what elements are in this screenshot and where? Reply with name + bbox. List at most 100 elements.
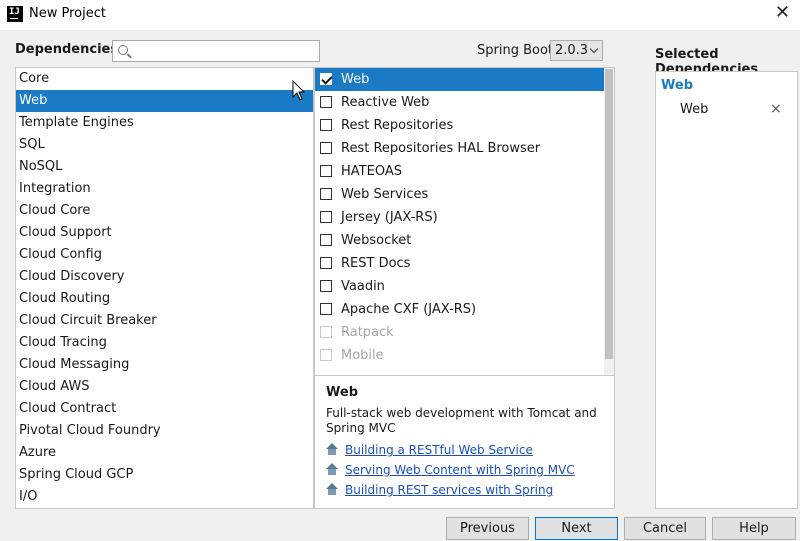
category-item[interactable]: Cloud Circuit Breaker (16, 310, 313, 332)
dependency-checkbox[interactable] (320, 73, 332, 85)
cancel-button[interactable]: Cancel (624, 517, 706, 540)
dependencies-label: Dependencies (15, 42, 119, 57)
dependency-checkbox[interactable] (320, 165, 332, 177)
dependency-label: Rest Repositories (341, 118, 454, 133)
category-item[interactable]: Cloud Core (16, 200, 313, 222)
spring-boot-label: Spring Boot (477, 43, 554, 58)
dependency-item: Ratpack (315, 321, 604, 344)
dependency-label: REST Docs (341, 256, 411, 271)
previous-button-label: Previous (460, 521, 515, 536)
info-description: Full-stack web development with Tomcat a… (326, 406, 597, 435)
dependency-item[interactable]: Rest Repositories HAL Browser (315, 137, 604, 160)
chevron-down-icon (589, 44, 599, 54)
dependency-checkbox[interactable] (320, 211, 332, 223)
title-bar: IJ New Project ✕ (0, 0, 800, 30)
intellij-icon: IJ (7, 6, 23, 22)
dependency-checkbox[interactable] (320, 96, 332, 108)
dependency-item[interactable]: Websocket (315, 229, 604, 252)
info-link-item[interactable]: Building a RESTful Web Service (326, 441, 533, 459)
dependency-list[interactable]: Web Reactive Web Rest Repositories Rest Rep… (314, 67, 615, 376)
dependency-label: Ratpack (341, 325, 394, 340)
category-list[interactable]: Core Web Template Engines SQL NoSQL Integrati… (15, 67, 314, 509)
guide-home-icon (326, 483, 338, 495)
cancel-button-label: Cancel (642, 521, 688, 536)
dependency-label: Websocket (341, 233, 412, 248)
category-item[interactable]: Cloud Discovery (16, 266, 313, 288)
info-title: Web (326, 385, 358, 400)
dependency-list-scrollbar[interactable] (604, 68, 614, 375)
search-field[interactable] (112, 40, 320, 62)
dependency-checkbox[interactable] (320, 234, 332, 246)
dependency-item[interactable]: Web Services (315, 183, 604, 206)
dependency-label: Apache CXF (JAX-RS) (341, 302, 477, 317)
dependency-label: Mobile (341, 348, 384, 363)
previous-button[interactable]: Previous (446, 517, 529, 540)
dependency-checkbox[interactable] (320, 188, 332, 200)
category-item[interactable]: Template Engines (16, 112, 313, 134)
dependency-checkbox[interactable] (320, 303, 332, 315)
dependency-label: Vaadin (341, 279, 385, 294)
category-item[interactable]: Cloud Routing (16, 288, 313, 310)
dependency-item[interactable]: Apache CXF (JAX-RS) (315, 298, 604, 321)
category-item[interactable]: Azure (16, 442, 313, 464)
mouse-cursor-icon (292, 80, 306, 101)
dependency-item[interactable]: Vaadin (315, 275, 604, 298)
dependency-label: Rest Repositories HAL Browser (341, 141, 541, 156)
guide-link[interactable]: Building REST services with Spring (345, 483, 553, 497)
category-item[interactable]: Integration (16, 178, 313, 200)
next-button-label: Next (561, 521, 592, 536)
selected-item-label: Web (680, 102, 709, 117)
category-item[interactable]: Pivotal Cloud Foundry (16, 420, 313, 442)
search-icon (118, 45, 128, 55)
scrollbar-thumb[interactable] (605, 69, 613, 359)
dependency-checkbox[interactable] (320, 119, 332, 131)
category-item[interactable]: Cloud Contract (16, 398, 313, 420)
category-item[interactable]: SQL (16, 134, 313, 156)
dependency-item[interactable]: Jersey (JAX-RS) (315, 206, 604, 229)
dependency-checkbox (320, 349, 332, 361)
search-input[interactable] (133, 42, 317, 60)
dependency-info-panel: Web Full-stack web development with Tomc… (314, 376, 615, 509)
category-item[interactable]: NoSQL (16, 156, 313, 178)
category-item[interactable]: Web (16, 90, 313, 112)
dependency-checkbox[interactable] (320, 142, 332, 154)
window-title: New Project (29, 6, 106, 21)
selected-group-title: Web (661, 78, 693, 93)
dependency-item[interactable]: Web (315, 68, 604, 91)
dependency-checkbox[interactable] (320, 280, 332, 292)
category-item[interactable]: Cloud AWS (16, 376, 313, 398)
help-button-label: Help (739, 521, 769, 536)
remove-icon[interactable]: × (770, 101, 782, 117)
dependency-label: Web (341, 72, 370, 87)
dependency-label: Jersey (JAX-RS) (341, 210, 438, 225)
info-link-item[interactable]: Building REST services with Spring (326, 481, 553, 499)
spring-boot-version-select[interactable]: 2.0.3 (550, 40, 603, 61)
dependency-item: Mobile (315, 344, 604, 367)
guide-link[interactable]: Building a RESTful Web Service (345, 443, 533, 457)
next-button[interactable]: Next (535, 517, 618, 540)
dependency-label: HATEOAS (341, 164, 402, 179)
close-icon[interactable]: ✕ (775, 2, 790, 23)
guide-home-icon (326, 443, 338, 455)
category-item[interactable]: Cloud Support (16, 222, 313, 244)
spring-boot-version-value: 2.0.3 (555, 43, 589, 58)
dependency-label: Web Services (341, 187, 429, 202)
category-item[interactable]: I/O (16, 486, 313, 508)
guide-link[interactable]: Serving Web Content with Spring MVC (345, 463, 575, 477)
category-item[interactable]: Core (16, 68, 313, 90)
dependency-item[interactable]: REST Docs (315, 252, 604, 275)
selected-dependencies-panel: Web Web × (655, 71, 798, 509)
info-link-item[interactable]: Serving Web Content with Spring MVC (326, 461, 575, 479)
dependency-checkbox[interactable] (320, 257, 332, 269)
dependency-item[interactable]: Rest Repositories (315, 114, 604, 137)
category-item[interactable]: Cloud Tracing (16, 332, 313, 354)
dependency-item[interactable]: Reactive Web (315, 91, 604, 114)
help-button[interactable]: Help (712, 517, 796, 540)
category-item[interactable]: Spring Cloud GCP (16, 464, 313, 486)
category-item[interactable]: Cloud Messaging (16, 354, 313, 376)
dependency-item[interactable]: HATEOAS (315, 160, 604, 183)
category-item[interactable]: Cloud Config (16, 244, 313, 266)
guide-home-icon (326, 463, 338, 475)
dependency-checkbox (320, 326, 332, 338)
dependency-label: Reactive Web (341, 95, 430, 110)
